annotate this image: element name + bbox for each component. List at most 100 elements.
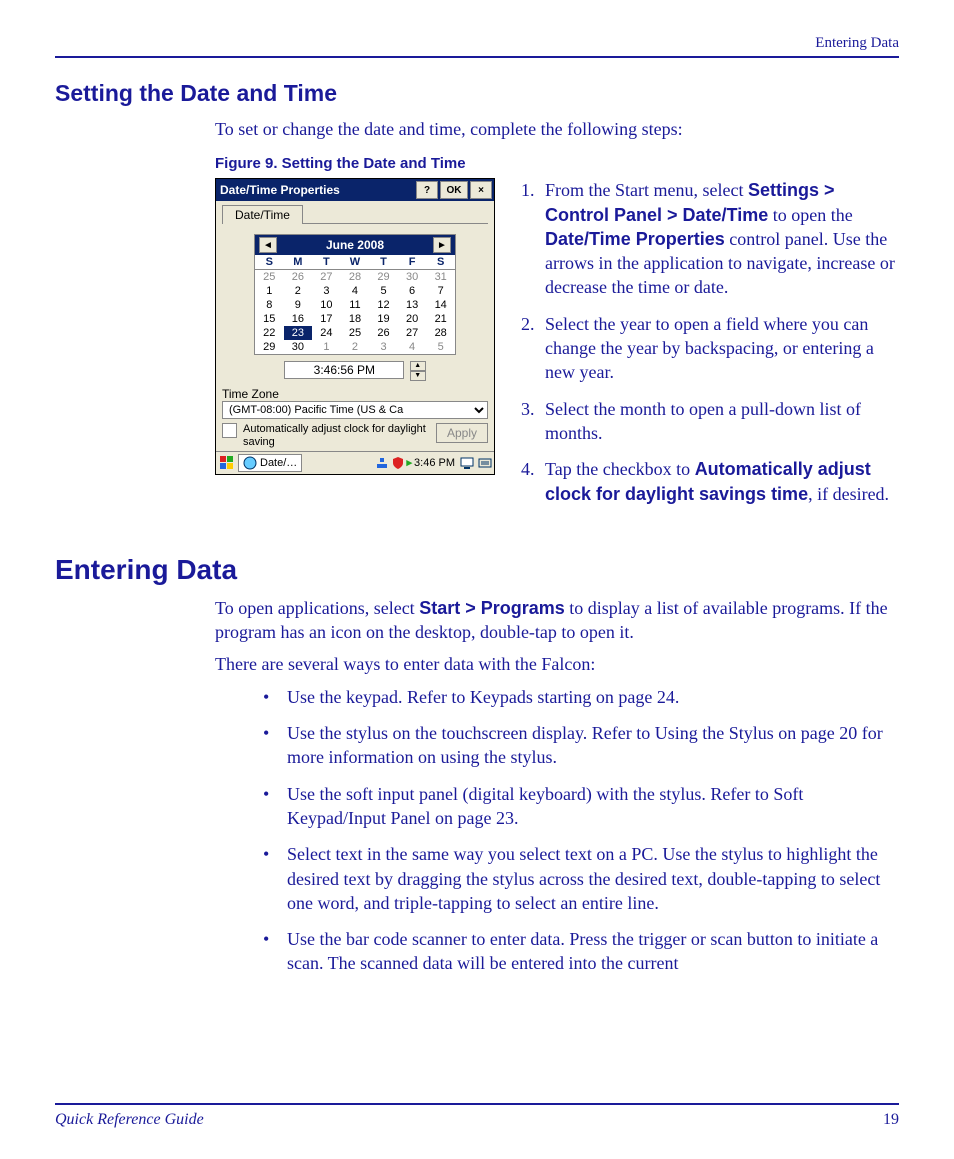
calendar-day[interactable]: 5 [426,340,455,354]
calendar-month-label[interactable]: June 2008 [326,238,384,252]
sip-icon[interactable] [478,456,492,470]
footer-guide-title: Quick Reference Guide [55,1111,204,1129]
network-icon[interactable] [375,456,389,470]
calendar-day[interactable]: 13 [398,298,427,312]
page-link-24[interactable]: 24 [657,687,675,707]
window-titlebar[interactable]: Date/Time Properties ? OK × [216,179,494,201]
calendar-day[interactable]: 31 [426,270,455,285]
page-link-23[interactable]: 23 [496,808,514,828]
calendar-day[interactable]: 2 [284,284,313,298]
calendar-day[interactable]: 21 [426,312,455,326]
start-button[interactable] [218,455,236,471]
calendar-day[interactable]: 30 [284,340,313,354]
taskbar-app[interactable]: Date/… [238,454,302,472]
time-spin-down[interactable]: ▼ [410,371,426,381]
heading-entering-data: Entering Data [55,554,899,586]
close-button[interactable]: × [470,181,492,199]
intro-setting: To set or change the date and time, comp… [215,117,899,141]
calendar-dow: S [255,255,284,270]
bullet-barcode: Use the bar code scanner to enter data. … [255,927,899,976]
next-month-button[interactable]: ► [433,237,451,253]
calendar-day[interactable]: 23 [284,326,313,340]
calendar-day[interactable]: 27 [398,326,427,340]
calendar-day[interactable]: 9 [284,298,313,312]
calendar-day[interactable]: 30 [398,270,427,285]
bullet-stylus: Use the stylus on the touchscreen displa… [255,721,899,770]
windows-logo-icon [220,456,234,470]
calendar-day[interactable]: 26 [284,270,313,285]
calendar-day[interactable]: 3 [369,340,398,354]
calendar-day[interactable]: 29 [255,340,284,354]
calendar-day[interactable]: 4 [398,340,427,354]
figure-caption: Figure 9. Setting the Date and Time [215,155,899,172]
desktop-icon[interactable] [460,456,474,470]
tray-arrow-icon[interactable]: ▸ [407,456,413,469]
calendar-dow: T [369,255,398,270]
calendar-dow: T [312,255,341,270]
globe-icon [243,456,257,470]
calendar-day[interactable]: 10 [312,298,341,312]
help-button[interactable]: ? [416,181,438,199]
calendar-day[interactable]: 25 [255,270,284,285]
calendar-day[interactable]: 7 [426,284,455,298]
bullet-keypad: Use the keypad. Refer to Keypads startin… [255,685,899,709]
auto-adjust-checkbox[interactable] [222,423,237,438]
calendar-day[interactable]: 29 [369,270,398,285]
calendar-day[interactable]: 11 [341,298,370,312]
window-title: Date/Time Properties [220,183,414,197]
calendar-grid[interactable]: SMTWTFS252627282930311234567891011121314… [255,255,455,354]
shield-icon[interactable] [391,456,405,470]
calendar-day[interactable]: 14 [426,298,455,312]
calendar-dow: W [341,255,370,270]
calendar-day[interactable]: 18 [341,312,370,326]
calendar-day[interactable]: 28 [426,326,455,340]
step-1: From the Start menu, select Settings > C… [539,178,899,299]
calendar-day[interactable]: 1 [255,284,284,298]
time-spin-up[interactable]: ▲ [410,361,426,371]
footer-page-number: 19 [883,1111,899,1129]
step-4: Tap the checkbox to Automatically adjust… [539,457,899,506]
ok-button[interactable]: OK [440,181,468,199]
taskbar-clock[interactable]: 3:46 PM [414,457,455,469]
calendar-day[interactable]: 15 [255,312,284,326]
tab-date-time[interactable]: Date/Time [222,205,303,224]
calendar-day[interactable]: 1 [312,340,341,354]
apply-button[interactable]: Apply [436,423,488,443]
calendar-day[interactable]: 25 [341,326,370,340]
calendar-dow: F [398,255,427,270]
page-link-20[interactable]: 20 [839,723,857,743]
calendar-day[interactable]: 17 [312,312,341,326]
calendar-day[interactable]: 22 [255,326,284,340]
bullet-sip: Use the soft input panel (digital keyboa… [255,782,899,831]
calendar-day[interactable]: 28 [341,270,370,285]
timezone-label: Time Zone [222,387,488,401]
step-2: Select the year to open a field where yo… [539,312,899,385]
entering-p2: There are several ways to enter data wit… [215,652,899,676]
step-3: Select the month to open a pull-down lis… [539,397,899,446]
device-screenshot: Date/Time Properties ? OK × Date/Time ◄ … [215,178,497,518]
calendar-day[interactable]: 2 [341,340,370,354]
calendar: ◄ June 2008 ► SMTWTFS2526272829303112345… [254,234,456,355]
taskbar[interactable]: Date/… ▸ 3:46 PM [216,451,494,474]
calendar-day[interactable]: 3 [312,284,341,298]
heading-setting-date-time: Setting the Date and Time [55,80,899,107]
calendar-day[interactable]: 8 [255,298,284,312]
calendar-day[interactable]: 19 [369,312,398,326]
calendar-day[interactable]: 24 [312,326,341,340]
calendar-day[interactable]: 4 [341,284,370,298]
header-section: Entering Data [55,35,899,52]
timezone-select[interactable]: (GMT-08:00) Pacific Time (US & Ca [222,401,488,419]
calendar-day[interactable]: 6 [398,284,427,298]
page-header: Entering Data [55,35,899,58]
calendar-dow: M [284,255,313,270]
calendar-day[interactable]: 20 [398,312,427,326]
prev-month-button[interactable]: ◄ [259,237,277,253]
calendar-day[interactable]: 16 [284,312,313,326]
calendar-day[interactable]: 26 [369,326,398,340]
calendar-day[interactable]: 12 [369,298,398,312]
time-input[interactable] [284,361,404,379]
entering-p1: To open applications, select Start > Pro… [215,596,899,645]
calendar-dow: S [426,255,455,270]
calendar-day[interactable]: 5 [369,284,398,298]
calendar-day[interactable]: 27 [312,270,341,285]
